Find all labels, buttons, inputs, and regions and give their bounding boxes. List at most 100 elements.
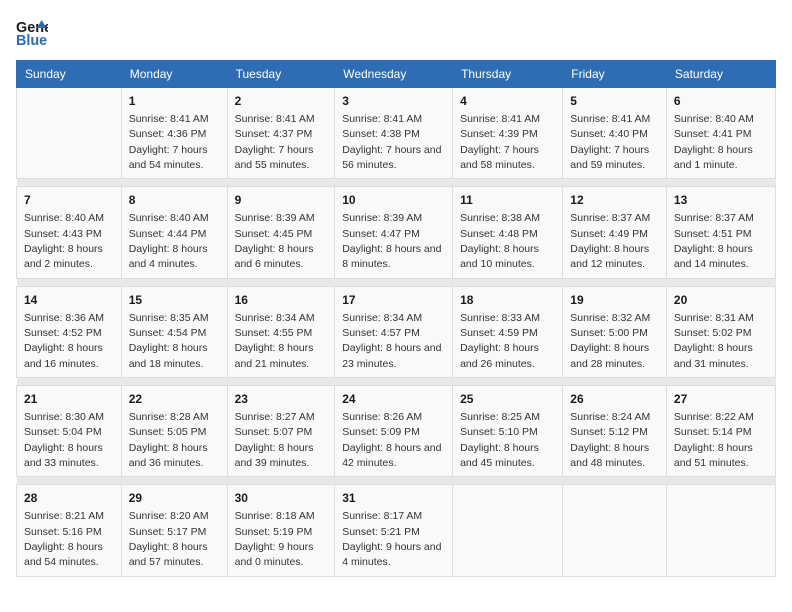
separator-cell xyxy=(17,179,776,187)
calendar-cell xyxy=(17,88,122,179)
day-info: Sunrise: 8:40 AMSunset: 4:44 PMDaylight:… xyxy=(129,212,209,270)
column-header-thursday: Thursday xyxy=(453,61,563,88)
day-number: 25 xyxy=(460,391,555,408)
week-row-4: 21 Sunrise: 8:30 AMSunset: 5:04 PMDayligh… xyxy=(17,386,776,477)
calendar-cell: 31Sunrise: 8:17 AMSunset: 5:21 PMDayligh… xyxy=(335,485,453,576)
calendar-cell: 18 Sunrise: 8:33 AMSunset: 4:59 PMDayligh… xyxy=(453,286,563,377)
day-info: Sunrise: 8:33 AMSunset: 4:59 PMDaylight:… xyxy=(460,312,540,370)
calendar-header: SundayMondayTuesdayWednesdayThursdayFrid… xyxy=(17,61,776,88)
day-number: 31 xyxy=(342,490,445,507)
calendar-cell: 4Sunrise: 8:41 AMSunset: 4:39 PMDaylight… xyxy=(453,88,563,179)
calendar-cell: 3 Sunrise: 8:41 AMSunset: 4:38 PMDaylight… xyxy=(335,88,453,179)
day-info: Sunrise: 8:34 AMSunset: 4:57 PMDaylight:… xyxy=(342,312,441,370)
day-number: 21 xyxy=(24,391,114,408)
column-header-friday: Friday xyxy=(563,61,667,88)
day-info: Sunrise: 8:41 AMSunset: 4:38 PMDaylight:… xyxy=(342,113,441,171)
calendar-cell: 12 Sunrise: 8:37 AMSunset: 4:49 PMDayligh… xyxy=(563,187,667,278)
day-info: Sunrise: 8:22 AMSunset: 5:14 PMDaylight:… xyxy=(674,411,754,469)
calendar-cell: 1 Sunrise: 8:41 AMSunset: 4:36 PMDaylight… xyxy=(121,88,227,179)
calendar-cell: 23 Sunrise: 8:27 AMSunset: 5:07 PMDayligh… xyxy=(227,386,335,477)
day-number: 16 xyxy=(235,292,328,309)
column-header-monday: Monday xyxy=(121,61,227,88)
calendar-cell: 7 Sunrise: 8:40 AMSunset: 4:43 PMDaylight… xyxy=(17,187,122,278)
day-number: 8 xyxy=(129,192,220,209)
calendar-cell: 22 Sunrise: 8:28 AMSunset: 5:05 PMDayligh… xyxy=(121,386,227,477)
day-info: Sunrise: 8:24 AMSunset: 5:12 PMDaylight:… xyxy=(570,411,650,469)
column-header-saturday: Saturday xyxy=(666,61,775,88)
day-number: 28 xyxy=(24,490,114,507)
calendar-cell: 19Sunrise: 8:32 AMSunset: 5:00 PMDayligh… xyxy=(563,286,667,377)
day-info: Sunrise: 8:37 AMSunset: 4:49 PMDaylight:… xyxy=(570,212,650,270)
day-info: Sunrise: 8:40 AMSunset: 4:43 PMDaylight:… xyxy=(24,212,104,270)
day-info: Sunrise: 8:18 AMSunset: 5:19 PMDaylight:… xyxy=(235,510,315,568)
day-number: 3 xyxy=(342,93,445,110)
day-info: Sunrise: 8:39 AMSunset: 4:45 PMDaylight:… xyxy=(235,212,315,270)
calendar-cell: 30 Sunrise: 8:18 AMSunset: 5:19 PMDayligh… xyxy=(227,485,335,576)
day-info: Sunrise: 8:21 AMSunset: 5:16 PMDaylight:… xyxy=(24,510,104,568)
week-row-1: 1 Sunrise: 8:41 AMSunset: 4:36 PMDaylight… xyxy=(17,88,776,179)
day-info: Sunrise: 8:39 AMSunset: 4:47 PMDaylight:… xyxy=(342,212,441,270)
day-info: Sunrise: 8:37 AMSunset: 4:51 PMDaylight:… xyxy=(674,212,754,270)
day-number: 26 xyxy=(570,391,659,408)
day-number: 1 xyxy=(129,93,220,110)
day-number: 24 xyxy=(342,391,445,408)
row-separator xyxy=(17,378,776,386)
day-info: Sunrise: 8:20 AMSunset: 5:17 PMDaylight:… xyxy=(129,510,209,568)
day-number: 11 xyxy=(460,192,555,209)
day-number: 23 xyxy=(235,391,328,408)
calendar-cell xyxy=(563,485,667,576)
calendar-body: 1 Sunrise: 8:41 AMSunset: 4:36 PMDaylight… xyxy=(17,88,776,577)
calendar-cell xyxy=(453,485,563,576)
calendar-cell: 16 Sunrise: 8:34 AMSunset: 4:55 PMDayligh… xyxy=(227,286,335,377)
day-info: Sunrise: 8:35 AMSunset: 4:54 PMDaylight:… xyxy=(129,312,209,370)
row-separator xyxy=(17,477,776,485)
day-info: Sunrise: 8:41 AMSunset: 4:36 PMDaylight:… xyxy=(129,113,209,171)
separator-cell xyxy=(17,477,776,485)
calendar-cell: 13 Sunrise: 8:37 AMSunset: 4:51 PMDayligh… xyxy=(666,187,775,278)
row-separator xyxy=(17,278,776,286)
day-info: Sunrise: 8:41 AMSunset: 4:40 PMDaylight:… xyxy=(570,113,650,171)
day-number: 17 xyxy=(342,292,445,309)
column-header-wednesday: Wednesday xyxy=(335,61,453,88)
day-info: Sunrise: 8:34 AMSunset: 4:55 PMDaylight:… xyxy=(235,312,315,370)
day-number: 7 xyxy=(24,192,114,209)
day-number: 6 xyxy=(674,93,768,110)
day-number: 30 xyxy=(235,490,328,507)
calendar-cell: 20Sunrise: 8:31 AMSunset: 5:02 PMDayligh… xyxy=(666,286,775,377)
day-info: Sunrise: 8:41 AMSunset: 4:39 PMDaylight:… xyxy=(460,113,540,171)
day-info: Sunrise: 8:36 AMSunset: 4:52 PMDaylight:… xyxy=(24,312,104,370)
calendar-cell: 15 Sunrise: 8:35 AMSunset: 4:54 PMDayligh… xyxy=(121,286,227,377)
day-number: 13 xyxy=(674,192,768,209)
day-info: Sunrise: 8:38 AMSunset: 4:48 PMDaylight:… xyxy=(460,212,540,270)
calendar-cell: 5 Sunrise: 8:41 AMSunset: 4:40 PMDaylight… xyxy=(563,88,667,179)
column-header-sunday: Sunday xyxy=(17,61,122,88)
calendar-cell: 21 Sunrise: 8:30 AMSunset: 5:04 PMDayligh… xyxy=(17,386,122,477)
row-separator xyxy=(17,179,776,187)
day-number: 18 xyxy=(460,292,555,309)
logo: General Blue xyxy=(16,16,48,48)
day-number: 15 xyxy=(129,292,220,309)
calendar-cell: 6Sunrise: 8:40 AMSunset: 4:41 PMDaylight… xyxy=(666,88,775,179)
day-info: Sunrise: 8:27 AMSunset: 5:07 PMDaylight:… xyxy=(235,411,315,469)
day-info: Sunrise: 8:25 AMSunset: 5:10 PMDaylight:… xyxy=(460,411,540,469)
week-row-2: 7 Sunrise: 8:40 AMSunset: 4:43 PMDaylight… xyxy=(17,187,776,278)
day-info: Sunrise: 8:30 AMSunset: 5:04 PMDaylight:… xyxy=(24,411,104,469)
calendar-cell: 2Sunrise: 8:41 AMSunset: 4:37 PMDaylight… xyxy=(227,88,335,179)
day-number: 14 xyxy=(24,292,114,309)
day-number: 19 xyxy=(570,292,659,309)
day-number: 2 xyxy=(235,93,328,110)
day-number: 10 xyxy=(342,192,445,209)
day-info: Sunrise: 8:31 AMSunset: 5:02 PMDaylight:… xyxy=(674,312,754,370)
page-header: General Blue xyxy=(16,16,776,48)
day-info: Sunrise: 8:28 AMSunset: 5:05 PMDaylight:… xyxy=(129,411,209,469)
day-number: 12 xyxy=(570,192,659,209)
calendar-cell: 26 Sunrise: 8:24 AMSunset: 5:12 PMDayligh… xyxy=(563,386,667,477)
calendar-cell: 17 Sunrise: 8:34 AMSunset: 4:57 PMDayligh… xyxy=(335,286,453,377)
day-number: 22 xyxy=(129,391,220,408)
week-row-5: 28 Sunrise: 8:21 AMSunset: 5:16 PMDayligh… xyxy=(17,485,776,576)
calendar-cell: 11 Sunrise: 8:38 AMSunset: 4:48 PMDayligh… xyxy=(453,187,563,278)
calendar-cell xyxy=(666,485,775,576)
day-number: 5 xyxy=(570,93,659,110)
day-number: 27 xyxy=(674,391,768,408)
calendar-cell: 25 Sunrise: 8:25 AMSunset: 5:10 PMDayligh… xyxy=(453,386,563,477)
